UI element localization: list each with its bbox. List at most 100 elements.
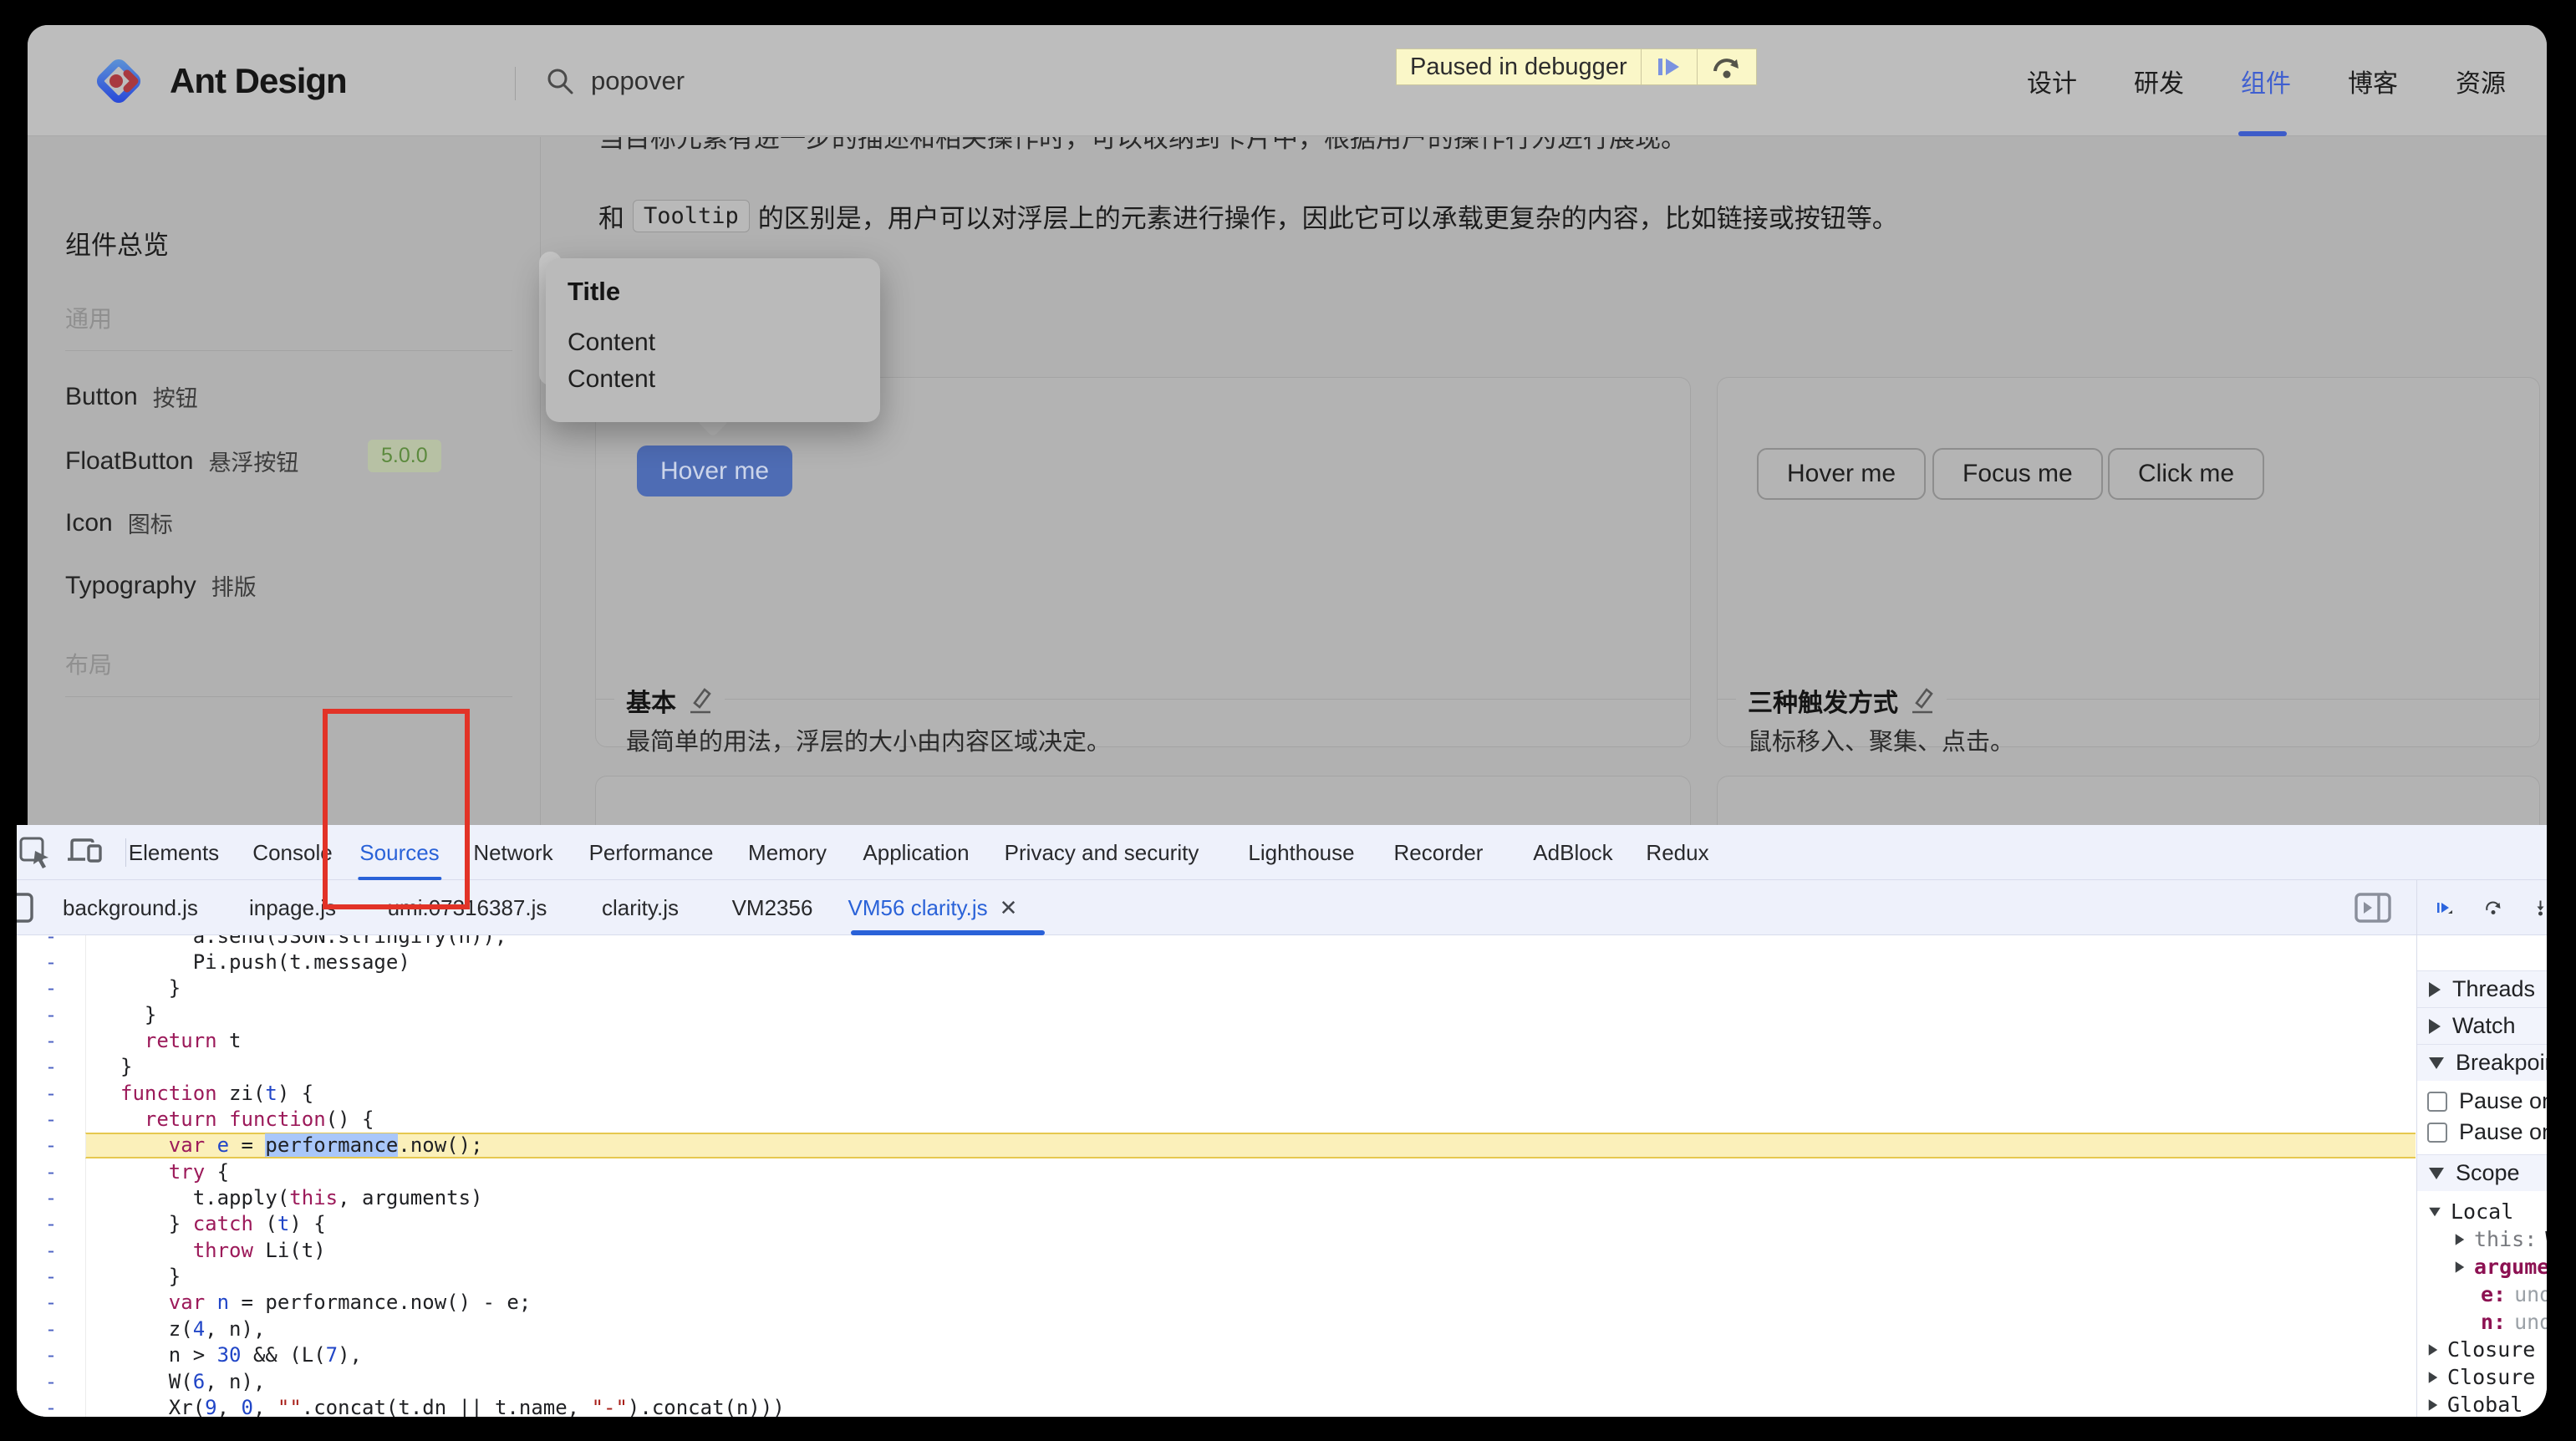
checkbox[interactable] — [2427, 1092, 2447, 1112]
navigator-toggle-icon[interactable] — [17, 891, 35, 924]
gutter-line-marker[interactable]: - — [17, 950, 85, 974]
section-watch[interactable]: Watch — [2417, 1007, 2547, 1044]
checkbox[interactable] — [2427, 1123, 2447, 1143]
gutter-line-marker[interactable]: - — [17, 1160, 85, 1184]
devtools-tab-performance[interactable]: Performance — [589, 825, 714, 880]
devtools-tab-privacy-and-security[interactable]: Privacy and security — [1005, 825, 1199, 880]
code-line[interactable]: - } — [17, 1263, 2416, 1289]
scope-row-closure[interactable]: Closure — [2417, 1363, 2547, 1391]
devtools-tab-adblock[interactable]: AdBlock — [1533, 825, 1612, 880]
code-line[interactable]: - var e = performance.now(); — [17, 1133, 2416, 1158]
gutter-line-marker[interactable]: - — [17, 1317, 85, 1341]
sidebar-item-typography[interactable]: Typography排版 — [65, 569, 257, 602]
edit-icon[interactable] — [1910, 686, 1935, 715]
gutter-line-marker[interactable]: - — [17, 976, 85, 1000]
code-line[interactable]: - return t — [17, 1027, 2416, 1053]
selected-token: performance — [265, 1133, 398, 1157]
click-me-button[interactable]: Click me — [2108, 448, 2264, 500]
code-line[interactable]: - W(6, n), — [17, 1368, 2416, 1394]
gutter-line-marker[interactable]: - — [17, 935, 85, 948]
hover-me-button[interactable]: Hover me — [1757, 448, 1926, 500]
ant-design-logo-icon — [91, 53, 146, 109]
scope-row-e[interactable]: e:undefined — [2417, 1281, 2547, 1308]
file-tab-5[interactable]: VM2356 — [732, 880, 813, 935]
sidebar-item-floatbutton[interactable]: FloatButton悬浮按钮 — [65, 445, 298, 477]
code-line[interactable]: - throw Li(t) — [17, 1237, 2416, 1263]
devtools-tab-redux[interactable]: Redux — [1646, 825, 1708, 880]
step-over-icon[interactable] — [2485, 891, 2502, 924]
file-tab-1[interactable]: background.js — [63, 880, 198, 935]
gutter-line-marker[interactable]: - — [17, 1265, 85, 1288]
gutter-line-marker[interactable]: - — [17, 1370, 85, 1393]
source-editor[interactable]: - a.send(JSON.stringify(n)),- Pi.push(t.… — [17, 935, 2416, 1417]
code-line[interactable]: - Xr(9, 0, "".concat(t.dn || t.name, "-"… — [17, 1394, 2416, 1417]
device-toolbar-icon[interactable] — [67, 836, 104, 869]
gutter-line-marker[interactable]: - — [17, 1133, 85, 1157]
section-threads[interactable]: Threads — [2417, 970, 2547, 1007]
code-line[interactable]: -function zi(t) { — [17, 1080, 2416, 1106]
nav-item-1[interactable]: 设计 — [2027, 25, 2077, 136]
sidebar-item-overview[interactable]: 组件总览 — [65, 224, 169, 262]
gutter-line-marker[interactable]: - — [17, 1396, 85, 1417]
gutter-line-marker[interactable]: - — [17, 1186, 85, 1209]
gutter-line-marker[interactable]: - — [17, 1055, 85, 1078]
code-line[interactable]: - } — [17, 1001, 2416, 1027]
devtools-tab-lighthouse[interactable]: Lighthouse — [1248, 825, 1354, 880]
code-line[interactable]: - z(4, n), — [17, 1316, 2416, 1342]
code-line[interactable]: - } — [17, 975, 2416, 1001]
code-line[interactable]: - return function() { — [17, 1106, 2416, 1132]
demo-triggers-title: 三种触发方式 — [1736, 682, 1947, 719]
scope-row-n[interactable]: n:undefined — [2417, 1308, 2547, 1336]
gutter-line-marker[interactable]: - — [17, 1003, 85, 1026]
step-over-button[interactable] — [1698, 49, 1756, 84]
gutter-line-marker[interactable]: - — [17, 1029, 85, 1052]
devtools-tab-network[interactable]: Network — [473, 825, 552, 880]
sidebar-item-icon[interactable]: Icon图标 — [65, 507, 173, 539]
section-breakpoints[interactable]: Breakpoints — [2417, 1044, 2547, 1081]
code-line[interactable]: - var n = performance.now() - e; — [17, 1290, 2416, 1316]
code-line[interactable]: - } catch (t) { — [17, 1211, 2416, 1237]
scope-row-this[interactable]: this:W — [2417, 1225, 2547, 1253]
inspect-icon[interactable] — [18, 836, 52, 869]
toggle-panel-icon[interactable] — [2354, 891, 2392, 924]
devtools-tab-recorder[interactable]: Recorder — [1394, 825, 1484, 880]
ant-design-logo[interactable]: Ant Design — [91, 53, 347, 109]
edit-icon[interactable] — [688, 686, 713, 715]
gutter-line-marker[interactable]: - — [17, 1212, 85, 1235]
gutter-line-marker[interactable]: - — [17, 1343, 85, 1367]
resume-script-icon[interactable] — [2436, 891, 2453, 924]
devtools-tab-application[interactable]: Application — [863, 825, 969, 880]
code-line[interactable]: - Pi.push(t.message) — [17, 949, 2416, 975]
step-into-icon[interactable] — [2534, 891, 2547, 924]
nav-item-4[interactable]: 博客 — [2348, 25, 2398, 136]
devtools-tab-memory[interactable]: Memory — [748, 825, 827, 880]
devtools-tab-elements[interactable]: Elements — [129, 825, 219, 880]
popover-title: Title — [568, 277, 620, 307]
file-tab-6[interactable]: VM56 clarity.js✕ — [848, 880, 1018, 935]
scope-row-local[interactable]: Local — [2417, 1198, 2547, 1225]
nav-item-3[interactable]: 组件 — [2241, 25, 2291, 136]
code-line[interactable]: -} — [17, 1054, 2416, 1080]
gutter-line-marker[interactable]: - — [17, 1239, 85, 1262]
focus-me-button[interactable]: Focus me — [1932, 448, 2103, 500]
nav-item-5[interactable]: 资源 — [2456, 25, 2506, 136]
close-icon[interactable]: ✕ — [1000, 895, 1018, 921]
nav-item-2[interactable]: 研发 — [2134, 25, 2184, 136]
code-line[interactable]: - try { — [17, 1158, 2416, 1184]
gutter-line-marker[interactable]: - — [17, 1107, 85, 1131]
gutter-line-marker[interactable]: - — [17, 1082, 85, 1105]
search-input[interactable]: popover — [546, 25, 685, 136]
hover-me-primary-button[interactable]: Hover me — [637, 446, 792, 496]
scope-row-global[interactable]: Global — [2417, 1391, 2547, 1417]
gutter-line-marker[interactable]: - — [17, 1291, 85, 1314]
scope-row-closure[interactable]: Closure ( — [2417, 1336, 2547, 1363]
scope-row-arguments[interactable]: arguments — [2417, 1253, 2547, 1281]
code-line[interactable]: - n > 30 && (L(7), — [17, 1342, 2416, 1368]
scope-section-header[interactable]: Scope — [2417, 1154, 2547, 1191]
code-line[interactable]: - a.send(JSON.stringify(n)), — [17, 935, 2416, 949]
resume-script-button[interactable] — [1642, 49, 1698, 84]
file-tab-4[interactable]: clarity.js — [602, 880, 679, 935]
devtools-tab-console[interactable]: Console — [252, 825, 332, 880]
code-line[interactable]: - t.apply(this, arguments) — [17, 1184, 2416, 1210]
sidebar-item-button[interactable]: Button按钮 — [65, 380, 198, 413]
